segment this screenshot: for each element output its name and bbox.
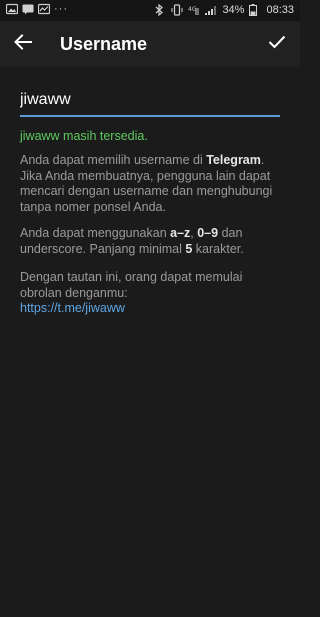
arrow-left-icon bbox=[14, 33, 32, 55]
info-text: Anda dapat memilih username di bbox=[20, 153, 207, 167]
signal-icon bbox=[205, 4, 217, 16]
status-bar: ··· 4G 34% 08:33 bbox=[0, 0, 300, 21]
username-input[interactable] bbox=[20, 86, 280, 114]
back-button[interactable] bbox=[10, 31, 36, 57]
availability-status: jiwaww masih tersedia. bbox=[20, 129, 148, 143]
info-paragraph-1: Anda dapat memilih username di Telegram.… bbox=[20, 153, 282, 215]
info-paragraph-3: Dengan tautan ini, orang dapat memulai o… bbox=[20, 270, 282, 317]
info-paragraph-2: Anda dapat menggunakan a–z, 0–9 dan unde… bbox=[20, 226, 282, 257]
app-bar: Username bbox=[0, 21, 300, 66]
info-bold-text: a–z bbox=[170, 226, 191, 240]
more-notifications-dots: ··· bbox=[54, 3, 68, 15]
battery-icon bbox=[249, 4, 261, 16]
page-title: Username bbox=[60, 34, 148, 54]
gallery-icon bbox=[5, 3, 19, 15]
vibrate-icon bbox=[171, 4, 183, 16]
screen: ··· 4G 34% 08:33 Username jiwaww jiwaww … bbox=[0, 0, 300, 617]
done-button[interactable] bbox=[264, 31, 290, 57]
battery-percent: 34% bbox=[222, 4, 245, 16]
info-bold-text: Telegram bbox=[206, 153, 261, 167]
profile-link[interactable]: https://t.me/jiwaww bbox=[20, 301, 125, 315]
message-icon bbox=[22, 3, 34, 15]
network-4g-icon: 4G bbox=[188, 4, 200, 16]
svg-text:4G: 4G bbox=[188, 6, 197, 13]
info-bold-text: 0–9 bbox=[197, 226, 219, 240]
status-bar-right: 4G 34% 08:33 bbox=[154, 3, 294, 17]
bluetooth-icon bbox=[154, 3, 166, 17]
info-text: karakter. bbox=[192, 241, 244, 256]
clock: 08:33 bbox=[266, 4, 294, 16]
username-field bbox=[20, 86, 280, 118]
input-underline bbox=[20, 115, 280, 117]
graph-icon bbox=[37, 3, 51, 15]
link-intro-text: Dengan tautan ini, orang dapat memulai o… bbox=[20, 270, 243, 300]
checkmark-icon bbox=[268, 35, 286, 54]
status-bar-left: ··· bbox=[5, 3, 68, 15]
info-text: Anda dapat menggunakan bbox=[20, 226, 171, 240]
